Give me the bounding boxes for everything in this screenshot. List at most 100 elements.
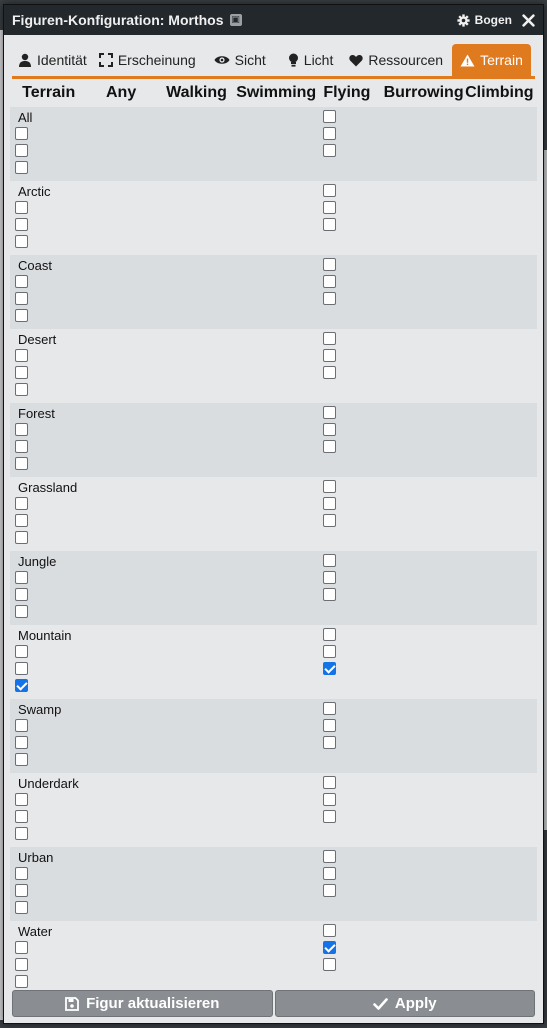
- column-header: Swimming: [236, 84, 317, 101]
- flying-checkbox[interactable]: [323, 349, 336, 362]
- flying-checkbox[interactable]: [323, 702, 336, 715]
- flying-checkbox[interactable]: [323, 736, 336, 749]
- terrain-checkbox[interactable]: [15, 975, 28, 988]
- close-button[interactable]: [522, 13, 535, 27]
- flying-checkbox[interactable]: [323, 366, 336, 379]
- flying-checkbox[interactable]: [323, 127, 336, 140]
- flying-checkbox[interactable]: [323, 554, 336, 567]
- flying-checkbox[interactable]: [323, 588, 336, 601]
- terrain-checkbox[interactable]: [15, 605, 28, 618]
- terrain-checkbox[interactable]: [15, 571, 28, 584]
- flying-checkbox[interactable]: [323, 850, 336, 863]
- flying-checkbox[interactable]: [323, 924, 336, 937]
- flying-checkbox[interactable]: [323, 810, 336, 823]
- flying-checkbox[interactable]: [323, 884, 336, 897]
- save-icon: [65, 996, 79, 1011]
- tab-ressourcen[interactable]: Ressourcen: [339, 44, 449, 76]
- tab-identitaet[interactable]: Identität: [12, 44, 93, 76]
- tab-sicht[interactable]: Sicht: [202, 44, 272, 76]
- flying-checkbox[interactable]: [323, 628, 336, 641]
- flying-checkbox[interactable]: [323, 662, 336, 675]
- flying-checkbox[interactable]: [323, 514, 336, 527]
- terrain-checkbox[interactable]: [15, 588, 28, 601]
- flying-checkbox[interactable]: [323, 201, 336, 214]
- terrain-checkbox[interactable]: [15, 161, 28, 174]
- flying-checkbox[interactable]: [323, 275, 336, 288]
- apply-button[interactable]: Apply: [274, 990, 535, 1017]
- terrain-checkbox[interactable]: [15, 423, 28, 436]
- terrain-row-label: Underdark: [18, 776, 79, 791]
- tab-terrain[interactable]: Terrain: [452, 44, 531, 76]
- flying-checkbox[interactable]: [323, 941, 336, 954]
- flying-checkbox[interactable]: [323, 776, 336, 789]
- flying-checkbox[interactable]: [323, 292, 336, 305]
- terrain-checkbox[interactable]: [15, 383, 28, 396]
- terrain-checkbox[interactable]: [15, 901, 28, 914]
- terrain-checkbox[interactable]: [15, 366, 28, 379]
- flying-checkbox[interactable]: [323, 332, 336, 345]
- terrain-checkbox[interactable]: [15, 793, 28, 806]
- terrain-table: All Arctic Coast Desert Forest Grassland Jungl…: [10, 107, 537, 995]
- terrain-checkbox[interactable]: [15, 941, 28, 954]
- window-titlebar[interactable]: Figuren-Konfiguration: Morthos ▣ Bogen: [4, 5, 543, 35]
- flying-checkbox[interactable]: [323, 406, 336, 419]
- flying-checkbox[interactable]: [323, 218, 336, 231]
- id-card-icon[interactable]: ▣: [229, 14, 242, 26]
- terrain-checkbox[interactable]: [15, 867, 28, 880]
- terrain-checkbox[interactable]: [15, 810, 28, 823]
- flying-checkbox[interactable]: [323, 571, 336, 584]
- terrain-checkbox[interactable]: [15, 218, 28, 231]
- flying-checkbox[interactable]: [323, 110, 336, 123]
- terrain-row-label: Arctic: [18, 184, 51, 199]
- terrain-checkbox[interactable]: [15, 127, 28, 140]
- terrain-checkbox[interactable]: [15, 662, 28, 675]
- terrain-checkbox[interactable]: [15, 679, 28, 692]
- flying-checkbox[interactable]: [323, 184, 336, 197]
- terrain-checkbox[interactable]: [15, 753, 28, 766]
- flying-checkbox[interactable]: [323, 258, 336, 271]
- terrain-row: Arctic: [10, 181, 537, 255]
- flying-checkbox[interactable]: [323, 480, 336, 493]
- terrain-checkbox[interactable]: [15, 827, 28, 840]
- flying-checkbox[interactable]: [323, 719, 336, 732]
- terrain-checkbox[interactable]: [15, 884, 28, 897]
- tab-label: Ressourcen: [368, 52, 444, 68]
- lightbulb-icon: [288, 53, 298, 67]
- terrain-checkbox[interactable]: [15, 514, 28, 527]
- terrain-checkbox[interactable]: [15, 349, 28, 362]
- flying-checkbox[interactable]: [323, 497, 336, 510]
- flying-checkbox[interactable]: [323, 867, 336, 880]
- terrain-checkbox[interactable]: [15, 292, 28, 305]
- flying-checkbox[interactable]: [323, 440, 336, 453]
- terrain-checkbox[interactable]: [15, 309, 28, 322]
- terrain-checkbox[interactable]: [15, 440, 28, 453]
- terrain-checkbox[interactable]: [15, 958, 28, 971]
- terrain-row-label: Swamp: [18, 702, 62, 717]
- flying-checkbox[interactable]: [323, 793, 336, 806]
- tab-erscheinung[interactable]: Erscheinung: [93, 44, 202, 76]
- terrain-checkbox[interactable]: [15, 497, 28, 510]
- terrain-checkbox[interactable]: [15, 275, 28, 288]
- flying-checkbox[interactable]: [323, 423, 336, 436]
- close-icon: [522, 13, 535, 27]
- terrain-checkbox[interactable]: [15, 144, 28, 157]
- flying-checkbox[interactable]: [323, 144, 336, 157]
- terrain-checkbox[interactable]: [15, 645, 28, 658]
- terrain-checkbox[interactable]: [15, 736, 28, 749]
- terrain-checkbox[interactable]: [15, 531, 28, 544]
- terrain-row: Desert: [10, 329, 537, 403]
- terrain-checkbox[interactable]: [15, 201, 28, 214]
- gear-icon: [457, 13, 470, 27]
- terrain-row: Urban: [10, 847, 537, 921]
- terrain-row-label: Water: [18, 924, 53, 939]
- tab-licht[interactable]: Licht: [272, 44, 340, 76]
- flying-checkbox[interactable]: [323, 645, 336, 658]
- column-header: Any: [106, 84, 137, 101]
- terrain-checkbox[interactable]: [15, 457, 28, 470]
- column-header: Walking: [166, 84, 227, 101]
- terrain-checkbox[interactable]: [15, 235, 28, 248]
- flying-checkbox[interactable]: [323, 958, 336, 971]
- terrain-checkbox[interactable]: [15, 719, 28, 732]
- update-token-button[interactable]: Figur aktualisieren: [12, 990, 273, 1017]
- sheet-button[interactable]: Bogen: [457, 13, 512, 27]
